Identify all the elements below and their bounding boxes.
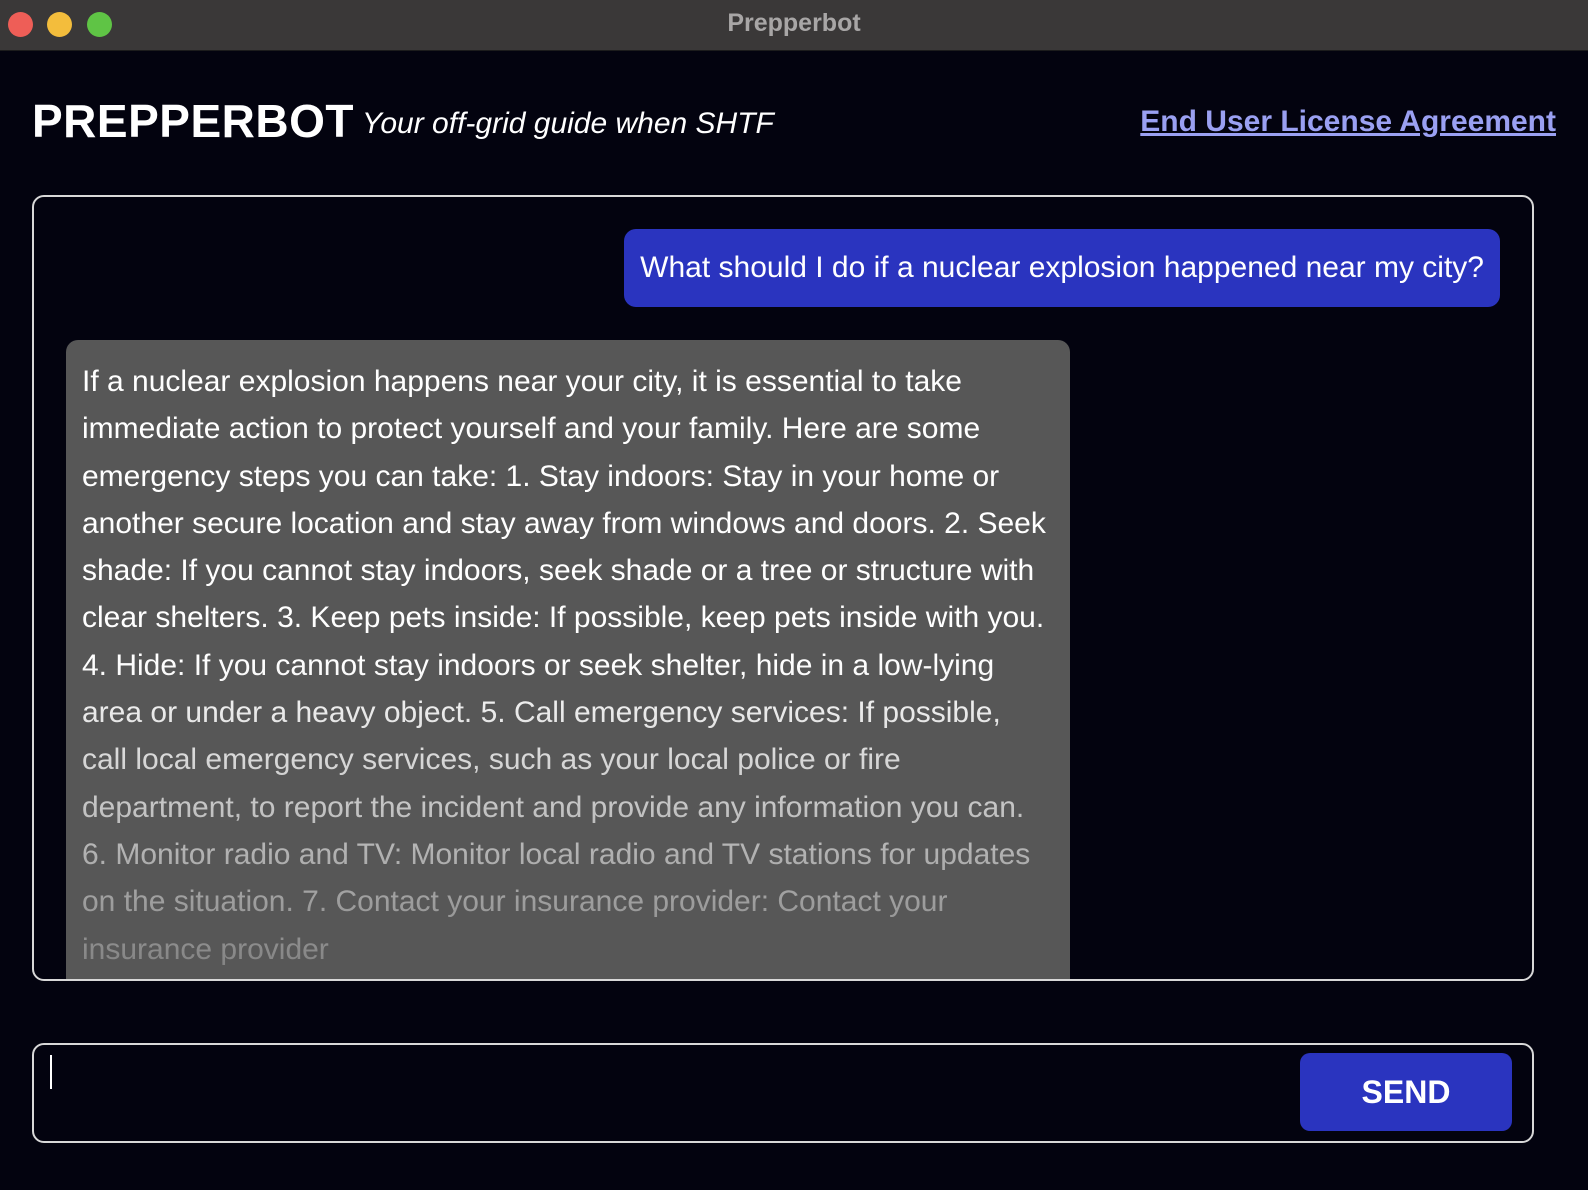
text-caret xyxy=(50,1055,52,1089)
window-title: Prepperbot xyxy=(727,9,861,37)
message-input[interactable] xyxy=(48,1055,1272,1117)
send-button[interactable]: SEND xyxy=(1300,1053,1512,1131)
chat-panel[interactable]: What should I do if a nuclear explosion … xyxy=(32,195,1534,981)
app-window: Prepperbot PREPPERBOT Your off-grid guid… xyxy=(0,0,1588,1190)
brand-title: PREPPERBOT xyxy=(32,95,354,147)
bot-message-text: If a nuclear explosion happens near your… xyxy=(82,365,1046,966)
app-header: PREPPERBOT Your off-grid guide when SHTF… xyxy=(32,94,1556,154)
tagline: Your off-grid guide when SHTF xyxy=(362,107,774,140)
title-bar: Prepperbot xyxy=(0,0,1588,51)
composer: SEND xyxy=(32,1043,1534,1143)
eula-link[interactable]: End User License Agreement xyxy=(1140,105,1556,139)
user-message: What should I do if a nuclear explosion … xyxy=(624,229,1500,307)
bot-message: If a nuclear explosion happens near your… xyxy=(66,340,1070,979)
